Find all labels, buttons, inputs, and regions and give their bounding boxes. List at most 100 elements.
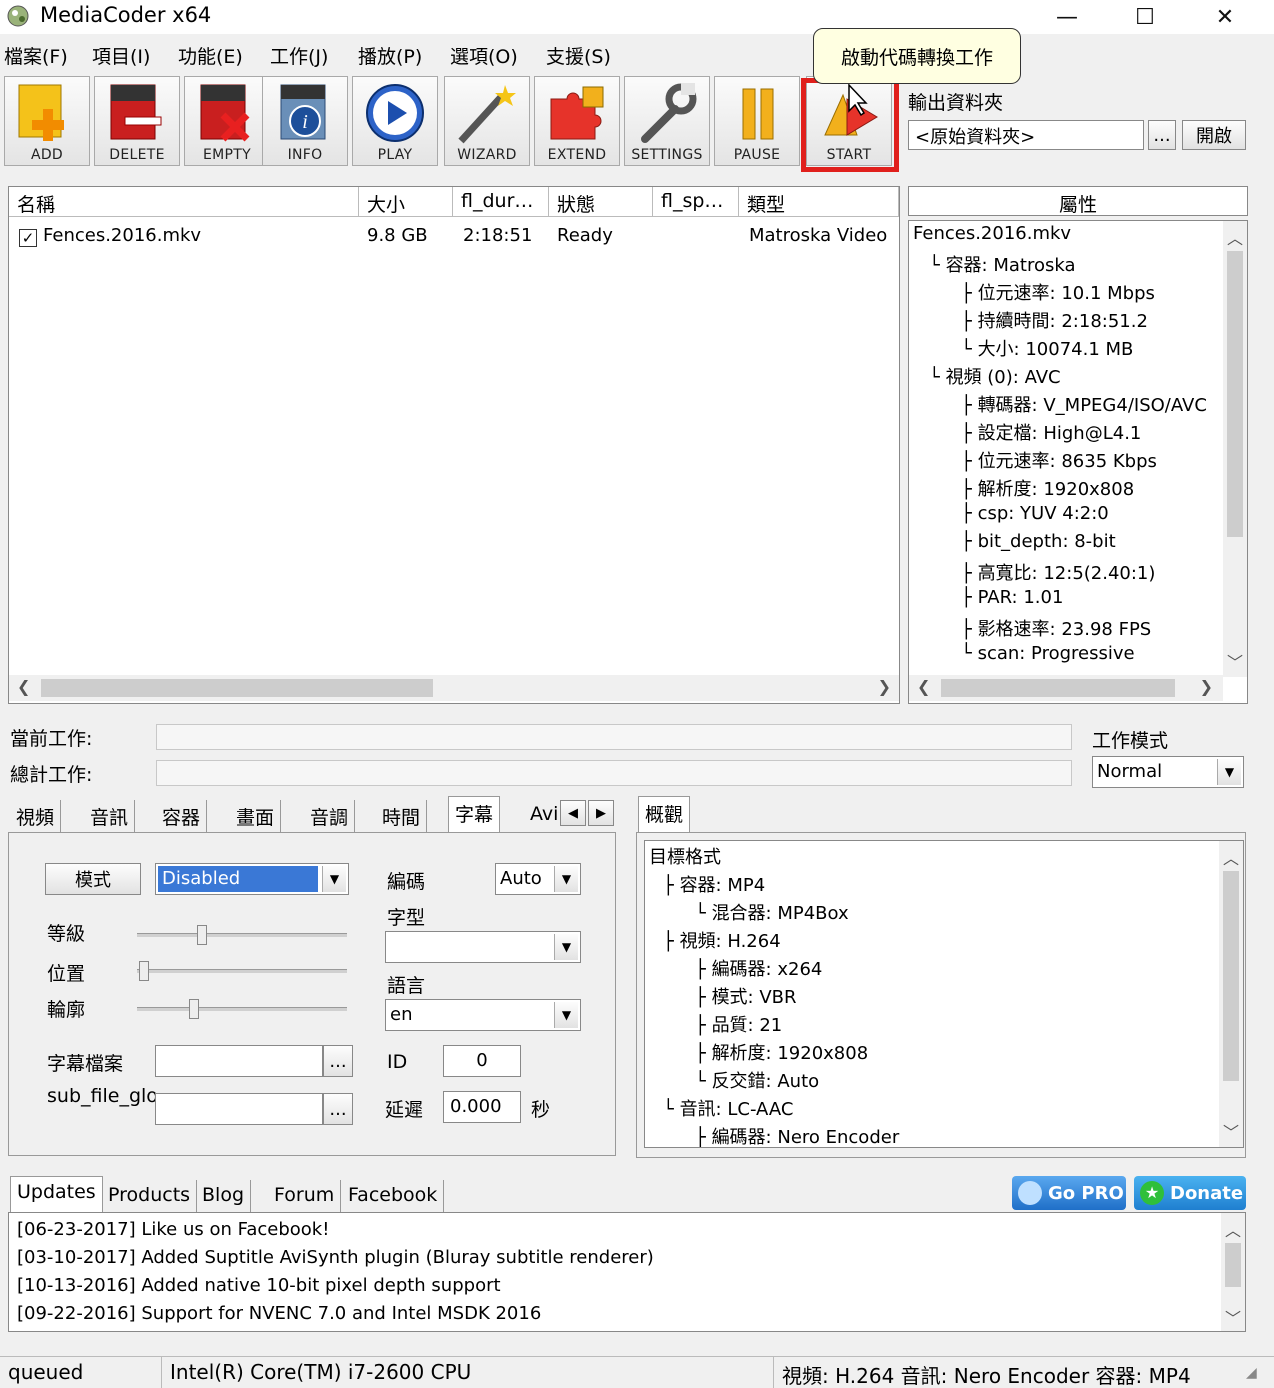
menu-options[interactable]: 選項(O)	[450, 42, 518, 69]
tree-item[interactable]: ├ 持續時間: 2:18:51.2	[961, 307, 1148, 333]
font-select[interactable]: ▼	[385, 931, 581, 963]
chevron-down-icon[interactable]: ▼	[554, 934, 578, 960]
sub-file-glob-browse-button[interactable]: ...	[323, 1093, 353, 1125]
tree-item[interactable]: └ 視頻 (0): AVC	[929, 363, 1061, 389]
add-button[interactable]: ADD	[4, 76, 90, 166]
tree-item[interactable]: ├ 解析度: 1920x808	[961, 475, 1134, 501]
column-status[interactable]: 狀態	[549, 187, 653, 217]
menu-file[interactable]: 檔案(F)	[4, 42, 68, 69]
subtitle-file-browse-button[interactable]: ...	[323, 1045, 353, 1077]
tree-item[interactable]: ├ 位元速率: 10.1 Mbps	[961, 279, 1155, 305]
tree-item[interactable]: ├ PAR: 1.01	[961, 587, 1063, 608]
tab-blog[interactable]: Blog	[196, 1180, 251, 1212]
extend-button[interactable]: EXTEND	[534, 76, 620, 166]
properties-vscroll-thumb[interactable]	[1227, 251, 1243, 537]
tree-item[interactable]: ├ 模式: VBR	[695, 983, 797, 1009]
tab-video[interactable]: 視頻	[10, 800, 62, 832]
tree-item[interactable]: ├ 編碼器: x264	[695, 955, 822, 981]
level-slider[interactable]	[137, 933, 347, 937]
tree-item[interactable]: Fences.2016.mkv	[913, 223, 1071, 244]
tree-item[interactable]: ├ 設定檔: High@L4.1	[961, 419, 1141, 445]
delay-input[interactable]: 0.000	[443, 1091, 521, 1123]
tree-item[interactable]: ├ 高寬比: 12:5(2.40:1)	[961, 559, 1155, 585]
file-checkbox[interactable]: ✓	[19, 229, 37, 247]
tree-item[interactable]: ├ 品質: 21	[695, 1011, 782, 1037]
tree-item[interactable]: ├ 容器: MP4	[663, 871, 765, 897]
tab-scroll-left-icon[interactable]: ◀	[560, 800, 586, 826]
tree-item[interactable]: 目標格式	[649, 843, 721, 869]
tree-item[interactable]: ├ 視頻: H.264	[663, 927, 781, 953]
id-input[interactable]: 0	[443, 1045, 521, 1077]
column-duration[interactable]: fl_dur…	[453, 187, 549, 217]
tab-subtitle[interactable]: 字幕	[448, 796, 501, 832]
scroll-right-icon[interactable]: ❯	[1200, 677, 1213, 696]
tab-audio[interactable]: 音訊	[84, 800, 136, 832]
tree-item[interactable]: ├ csp: YUV 4:2:0	[961, 503, 1109, 524]
menu-play[interactable]: 播放(P)	[358, 42, 422, 69]
tree-item[interactable]: └ 容器: Matroska	[929, 251, 1076, 277]
menu-items[interactable]: 項目(I)	[92, 42, 150, 69]
tab-container[interactable]: 容器	[156, 800, 208, 832]
tab-sound[interactable]: 音調	[304, 800, 356, 832]
tab-facebook[interactable]: Facebook	[342, 1180, 445, 1212]
properties-hscroll-thumb[interactable]	[941, 679, 1175, 697]
level-slider-thumb[interactable]	[197, 925, 207, 945]
subtitle-mode-select[interactable]: Disabled ▼	[155, 863, 349, 895]
scroll-left-icon[interactable]: ❮	[917, 677, 930, 696]
list-item[interactable]: [03-10-2017] Added Suptitle AviSynth plu…	[17, 1247, 654, 1268]
donate-button[interactable]: ★ Donate	[1134, 1176, 1246, 1210]
scroll-up-icon[interactable]: ︿	[1225, 1217, 1241, 1241]
scroll-right-icon[interactable]: ❯	[878, 677, 891, 696]
outline-slider-thumb[interactable]	[189, 999, 199, 1019]
empty-button[interactable]: EMPTY	[184, 76, 270, 166]
tree-item[interactable]: └ 混合器: MP4Box	[695, 899, 849, 925]
position-slider-thumb[interactable]	[139, 961, 149, 981]
scroll-down-icon[interactable]: ﹀	[1223, 1119, 1239, 1143]
tab-overview[interactable]: 概觀	[638, 796, 691, 832]
play-button[interactable]: PLAY	[352, 76, 438, 166]
column-speed[interactable]: fl_sp…	[653, 187, 739, 217]
menu-functions[interactable]: 功能(E)	[178, 42, 243, 69]
tree-item[interactable]: └ 音訊: LC-AAC	[663, 1095, 793, 1121]
subtitle-file-input[interactable]	[155, 1045, 323, 1077]
close-button[interactable]: ✕	[1186, 0, 1264, 34]
column-name[interactable]: 名稱	[9, 187, 359, 217]
pause-button[interactable]: PAUSE	[714, 76, 800, 166]
column-type[interactable]: 類型	[739, 187, 899, 217]
output-open-button[interactable]: 開啟	[1182, 120, 1246, 150]
overview-vscroll[interactable]: ︿ ﹀	[1219, 841, 1243, 1147]
file-list-hscroll[interactable]: ❮ ❯	[9, 675, 899, 701]
subtitle-mode-button[interactable]: 模式	[45, 863, 141, 895]
news-vscroll[interactable]: ︿ ﹀	[1221, 1213, 1245, 1331]
column-size[interactable]: 大小	[359, 187, 453, 217]
language-select[interactable]: en ▼	[385, 999, 581, 1031]
wizard-button[interactable]: WIZARD	[444, 76, 530, 166]
tree-item[interactable]: ├ 轉碼器: V_MPEG4/ISO/AVC	[961, 391, 1207, 417]
tree-item[interactable]: ├ 解析度: 1920x808	[695, 1039, 868, 1065]
chevron-down-icon[interactable]: ▼	[554, 866, 578, 892]
tab-scroll-right-icon[interactable]: ▶	[588, 800, 614, 826]
tree-item[interactable]: ├ 影格速率: 23.98 FPS	[961, 615, 1151, 641]
info-button[interactable]: i INFO	[262, 76, 348, 166]
settings-button[interactable]: SETTINGS	[624, 76, 710, 166]
tree-item[interactable]: ├ 位元速率: 8635 Kbps	[961, 447, 1157, 473]
tree-item[interactable]: └ 大小: 10074.1 MB	[961, 335, 1133, 361]
scroll-up-icon[interactable]: ︿	[1223, 845, 1239, 869]
list-item[interactable]: [06-23-2017] Like us on Facebook!	[17, 1219, 329, 1240]
job-mode-select[interactable]: Normal ▼	[1092, 756, 1244, 788]
output-folder-input[interactable]: <原始資料夾>	[908, 120, 1144, 150]
go-pro-button[interactable]: Go PRO	[1012, 1176, 1126, 1210]
overview-vscroll-thumb[interactable]	[1223, 871, 1239, 1081]
scroll-down-icon[interactable]: ﹀	[1227, 649, 1243, 673]
tree-item[interactable]: └ 反交錯: Auto	[695, 1067, 819, 1093]
scroll-up-icon[interactable]: ︿	[1227, 225, 1243, 249]
delete-button[interactable]: DELETE	[94, 76, 180, 166]
properties-hscroll[interactable]: ❮ ❯	[909, 675, 1223, 701]
output-browse-button[interactable]: ...	[1148, 120, 1176, 150]
chevron-down-icon[interactable]: ▼	[1217, 759, 1241, 785]
tree-item[interactable]: ├ bit_depth: 8-bit	[961, 531, 1116, 552]
outline-slider[interactable]	[137, 1007, 347, 1011]
tab-products[interactable]: Products	[102, 1180, 198, 1212]
tree-item[interactable]: └ scan: Progressive	[961, 643, 1135, 664]
tab-picture[interactable]: 畫面	[230, 800, 282, 832]
